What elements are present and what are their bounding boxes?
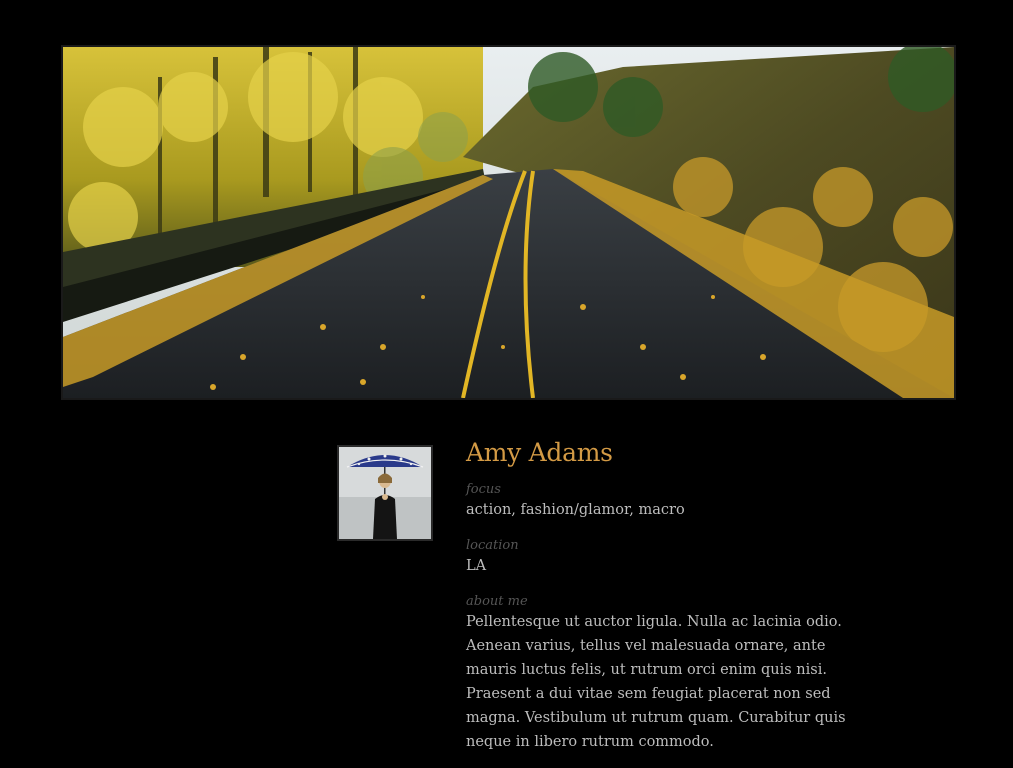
focus-label: focus: [466, 482, 501, 497]
focus-value: action, fashion/glamor, macro: [466, 502, 685, 518]
location-label: location: [466, 538, 519, 553]
about-label: about me: [466, 594, 528, 609]
profile-photo: [337, 445, 433, 541]
profile-details: Amy Adams focus action, fashion/glamor, …: [466, 436, 846, 768]
banner-image: [61, 45, 956, 400]
location-value: LA: [466, 558, 487, 574]
about-text: Pellentesque ut auctor ligula. Nulla ac …: [466, 614, 846, 750]
profile-name: Amy Adams: [466, 438, 613, 467]
